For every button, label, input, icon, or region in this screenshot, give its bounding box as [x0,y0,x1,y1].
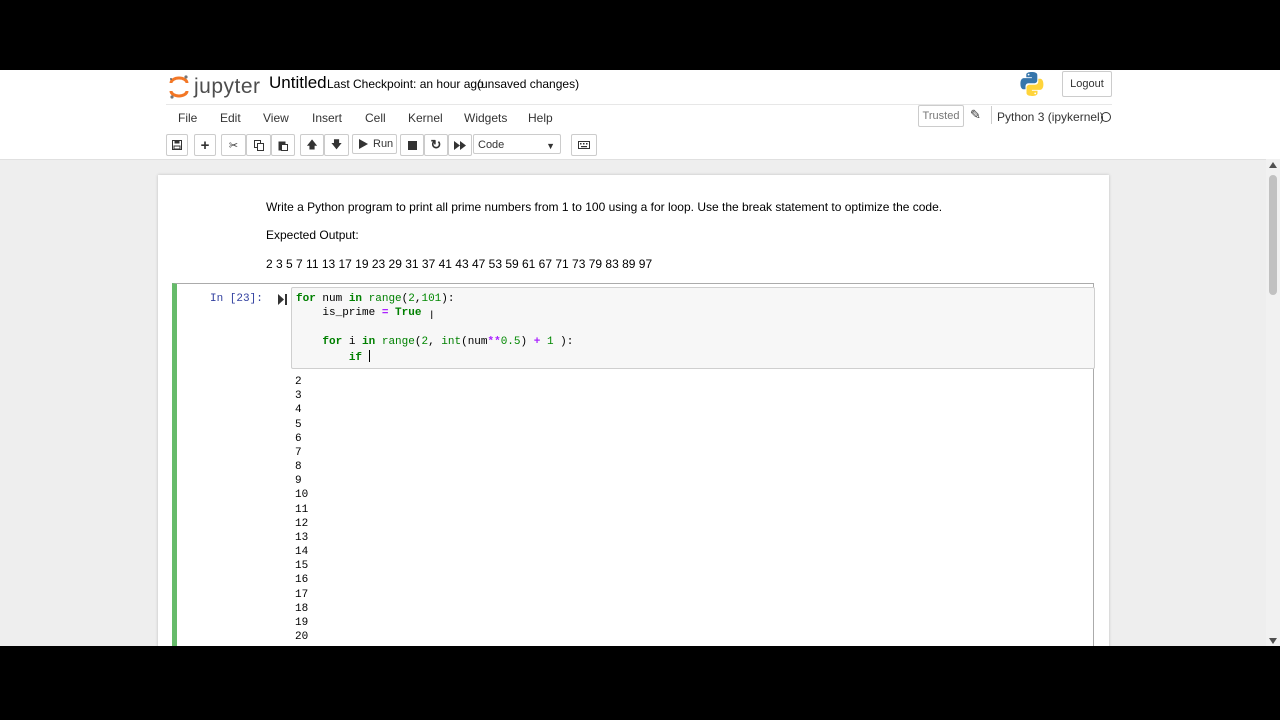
trusted-indicator[interactable]: Trusted [918,105,964,127]
copy-button[interactable] [246,134,271,156]
code-line-2: is_prime = True [296,307,422,319]
scroll-up-arrow-icon[interactable] [1269,162,1277,168]
cell-type-value: Code [478,139,505,151]
menu-insert[interactable]: Insert [312,111,342,125]
output-line: 2 [295,376,302,388]
output-line: 17 [295,589,309,601]
divider [991,106,992,124]
plus-icon: + [200,136,210,154]
output-line: 5 [295,419,302,431]
menu-kernel[interactable]: Kernel [408,111,443,125]
kernel-name[interactable]: Python 3 (ipykernel) [997,110,1104,124]
keyboard-icon [578,141,590,149]
notebook-name[interactable]: Untitled [269,73,327,93]
arrow-up-icon: 🡅 [306,138,318,151]
copy-icon [253,139,264,151]
output-line: 16 [295,574,309,586]
output-line: 18 [295,603,309,615]
menu-file[interactable]: File [178,111,197,125]
menu-edit[interactable]: Edit [220,111,241,125]
menu-view[interactable]: View [263,111,289,125]
output-line: 3 [295,390,302,402]
last-checkpoint: Last Checkpoint: an hour ago [327,77,484,91]
interrupt-button[interactable] [400,134,424,156]
move-down-button[interactable]: 🡇 [324,134,349,156]
restart-icon: ↻ [430,137,442,152]
restart-button[interactable]: ↻ [424,134,448,156]
logo-text: jupyter [194,75,261,98]
code-line-4: for i in range(2, int(num**0.5) + 1 ): [322,336,574,348]
output-line: 8 [295,461,302,473]
run-label: Run [373,138,394,150]
output-line: 7 [295,447,302,459]
scissors-icon: ✂ [228,139,239,152]
output-line: 10 [295,489,309,501]
restart-run-all-button[interactable] [448,134,472,156]
jupyter-window: jupyter Untitled Last Checkpoint: an hou… [0,70,1280,646]
cell-prompt: In [23]: [210,293,263,305]
menu-widgets[interactable]: Widgets [464,111,507,125]
toolbar: + ✂ 🡅 🡇 Run ↻ Code ▼ [0,134,1280,156]
code-line-1: for num in range(2,101): [296,293,455,305]
menu-cell[interactable]: Cell [365,111,386,125]
cell-type-select[interactable]: Code ▼ [473,134,561,154]
output-line: 20 [295,631,309,643]
autosave-status: (unsaved changes) [477,77,580,91]
run-button[interactable]: Run [352,134,397,154]
paste-icon [278,141,288,151]
paste-button[interactable] [271,134,295,156]
markdown-expected-values: 2 3 5 7 11 13 17 19 23 29 31 37 41 43 47… [266,257,653,271]
run-cell-icon[interactable] [278,294,287,305]
arrow-down-icon: 🡇 [330,138,343,151]
command-palette-button[interactable] [571,134,597,156]
output-line: 9 [295,475,302,487]
code-editor[interactable]: for num in range(2,101): is_prime = True… [291,287,1095,369]
output-line: 6 [295,433,302,445]
output-line: 12 [295,518,309,530]
page-scrollbar[interactable] [1266,159,1280,646]
header: jupyter Untitled Last Checkpoint: an hou… [0,70,1280,160]
logout-button[interactable]: Logout [1062,71,1112,97]
menu-help[interactable]: Help [528,111,553,125]
scrollbar-thumb[interactable] [1269,175,1277,295]
output-line: 14 [295,546,309,558]
stop-icon [407,140,417,150]
move-up-button[interactable]: 🡅 [300,134,324,156]
code-cell-selected[interactable]: In [23]: for num in range(2,101): is_pri… [172,283,1095,646]
scroll-down-arrow-icon[interactable] [1269,638,1277,644]
output-line: 11 [295,504,309,516]
save-button[interactable] [166,134,188,156]
jupyter-logo-icon [169,75,189,99]
fast-forward-icon [454,140,466,150]
kernel-idle-indicator-icon [1101,112,1111,122]
edit-mode-pencil-icon: ✎ [970,107,981,122]
cut-button[interactable]: ✂ [221,134,246,156]
chevron-down-icon: ▼ [546,141,555,151]
output-line: 15 [295,560,309,572]
notebook-container: Write a Python program to print all prim… [158,175,1109,646]
markdown-task-text: Write a Python program to print all prim… [266,200,943,214]
output-line: 19 [295,617,309,629]
output-line: 4 [295,404,302,416]
text-cursor [368,350,370,362]
insert-cell-button[interactable]: + [194,134,216,156]
play-icon [359,139,368,149]
code-line-5: if [296,350,370,364]
floppy-icon [172,140,182,150]
mouse-ibeam-cursor-icon: I [430,308,434,322]
markdown-expected-label: Expected Output: [266,228,359,242]
jupyter-logo[interactable]: jupyter [168,74,261,100]
python-logo-icon [1019,71,1045,102]
output-line: 13 [295,532,309,544]
